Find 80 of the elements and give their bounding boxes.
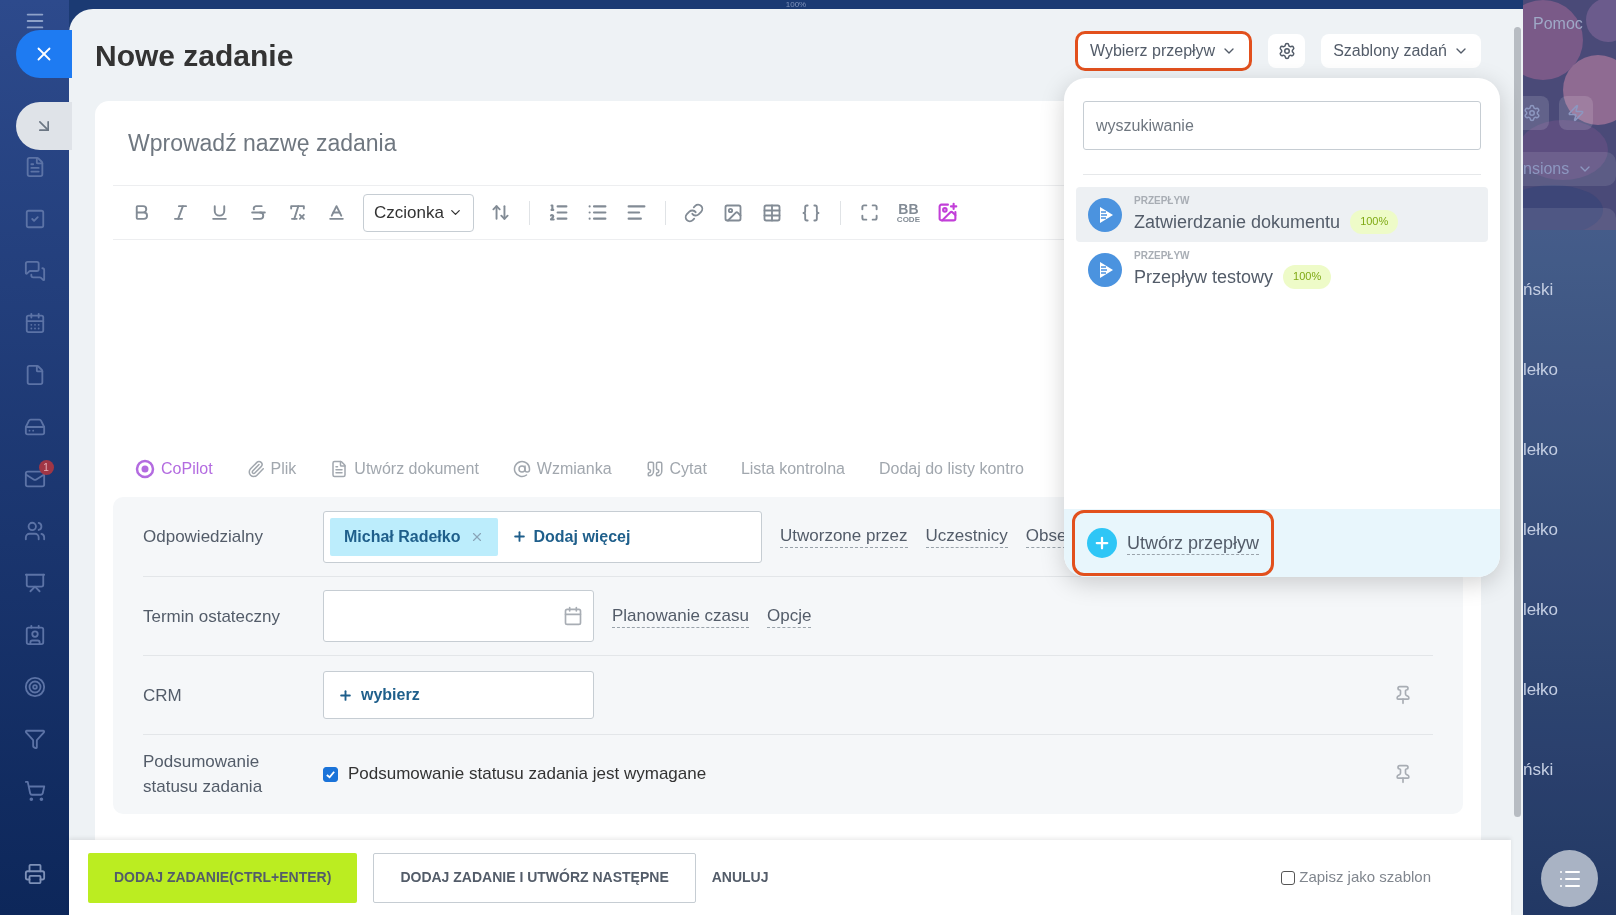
list-text: ński [1523,279,1555,301]
contact-card-icon[interactable] [23,624,46,646]
settings-button[interactable] [1268,34,1306,68]
create-flow-button[interactable]: Utwórz przepływ [1072,510,1275,576]
cart-icon[interactable] [23,780,46,802]
document-icon [330,459,349,478]
mention-icon [512,459,531,478]
field-label: CRM [143,684,183,707]
flow-icon [1088,197,1122,232]
field-link[interactable]: Utworzone przez [780,525,908,548]
flow-select-button[interactable]: Wybierz przepływ [1074,31,1253,71]
font-select[interactable]: Czcionka [363,193,474,232]
calendar-icon[interactable] [563,606,583,626]
list-text: lełko [1523,359,1559,381]
plus-icon [512,529,528,544]
date-field[interactable] [323,590,594,642]
panel-title: Nowe zadanie [95,37,294,74]
crm-field[interactable]: wybierz [323,671,594,719]
presentation-icon[interactable] [23,572,46,594]
close-button[interactable] [16,30,72,78]
quote-icon [645,459,664,478]
checkbox[interactable] [323,766,338,782]
flow-type-label: PRZEPŁYW [1134,195,1191,206]
flash-button[interactable] [1559,96,1593,130]
calendar-icon[interactable] [23,312,46,334]
flow-item[interactable]: PRZEPŁYW Zatwierdzanie dokumentu 100% [1076,187,1488,242]
people-icon[interactable] [23,520,46,542]
plus-icon [338,687,353,703]
templates-button[interactable]: Szablony zadań [1321,34,1481,68]
progress-badge: 100% [1283,264,1332,289]
target-icon[interactable] [23,676,46,698]
field-link[interactable]: Planowanie czasu [612,604,750,628]
checkbox-label[interactable]: Podsumowanie statusu zadania jest wymagane [348,761,707,787]
flow-name: Przepływ testowy [1134,267,1274,286]
task-icon[interactable] [23,208,46,230]
add-more-link[interactable]: Dodaj więcej [512,524,631,549]
list-text: lełko [1523,439,1559,461]
field-label: Podsumowanie statusu zadania [143,751,264,798]
list-text: lełko [1523,599,1559,621]
list-text: lełko [1523,679,1559,701]
flow-name: Zatwierdzanie dokumentu [1134,212,1341,231]
zoom-label: 100% [785,0,807,9]
responsible-field[interactable]: Michał Radełko Dodaj więcej [323,510,762,563]
filter-icon[interactable] [23,728,46,750]
list-text: ński [1523,759,1555,781]
editor-action[interactable]: CoPilot [135,456,213,481]
field-label: Termin ostateczny [143,605,281,628]
list-text: lełko [1523,519,1559,541]
drive-icon[interactable] [23,416,46,438]
add-and-create-button[interactable]: DODAJ ZADANIE I UTWÓRZ NASTĘPNE [373,852,696,903]
collapse-button[interactable] [16,102,72,150]
scrollbar[interactable] [1513,27,1521,817]
mail-icon[interactable] [23,468,46,490]
flow-type-label: PRZEPŁYW [1134,250,1191,261]
paperclip-icon [246,459,265,478]
notification-badge: 1 [38,460,54,475]
plus-icon [1087,528,1117,558]
add-task-button[interactable]: DODAJ ZADANIE(CTRL+ENTER) [88,852,358,903]
select-link[interactable]: wybierz [338,683,420,707]
copilot-icon [135,458,155,479]
field-link[interactable]: Uczestnicy [925,525,1008,548]
search-field[interactable]: wyszukiwanie [1083,101,1481,150]
pin-icon[interactable] [1393,685,1413,705]
pin-icon[interactable] [1393,764,1413,784]
cancel-button[interactable]: ANULUJ [711,852,769,903]
checkbox[interactable] [1281,870,1296,885]
settings-icon [1277,42,1296,60]
bbcode-toggle[interactable]: BB CODE [891,201,925,224]
person-chip[interactable]: Michał Radełko [330,517,499,556]
printer-icon[interactable] [23,863,46,885]
settings-icon [1523,104,1541,122]
checkmark-icon [325,768,336,780]
chat-button[interactable] [1541,850,1598,907]
field-link[interactable]: Opcje [767,604,812,628]
field-label: Odpowiedzialny [143,526,264,548]
flow-icon [1088,252,1122,287]
chat-icon[interactable] [23,260,46,282]
lightning-icon [1567,104,1585,122]
progress-badge: 100% [1350,209,1399,234]
checkbox-label[interactable]: Zapisz jako szablon [1299,866,1431,889]
